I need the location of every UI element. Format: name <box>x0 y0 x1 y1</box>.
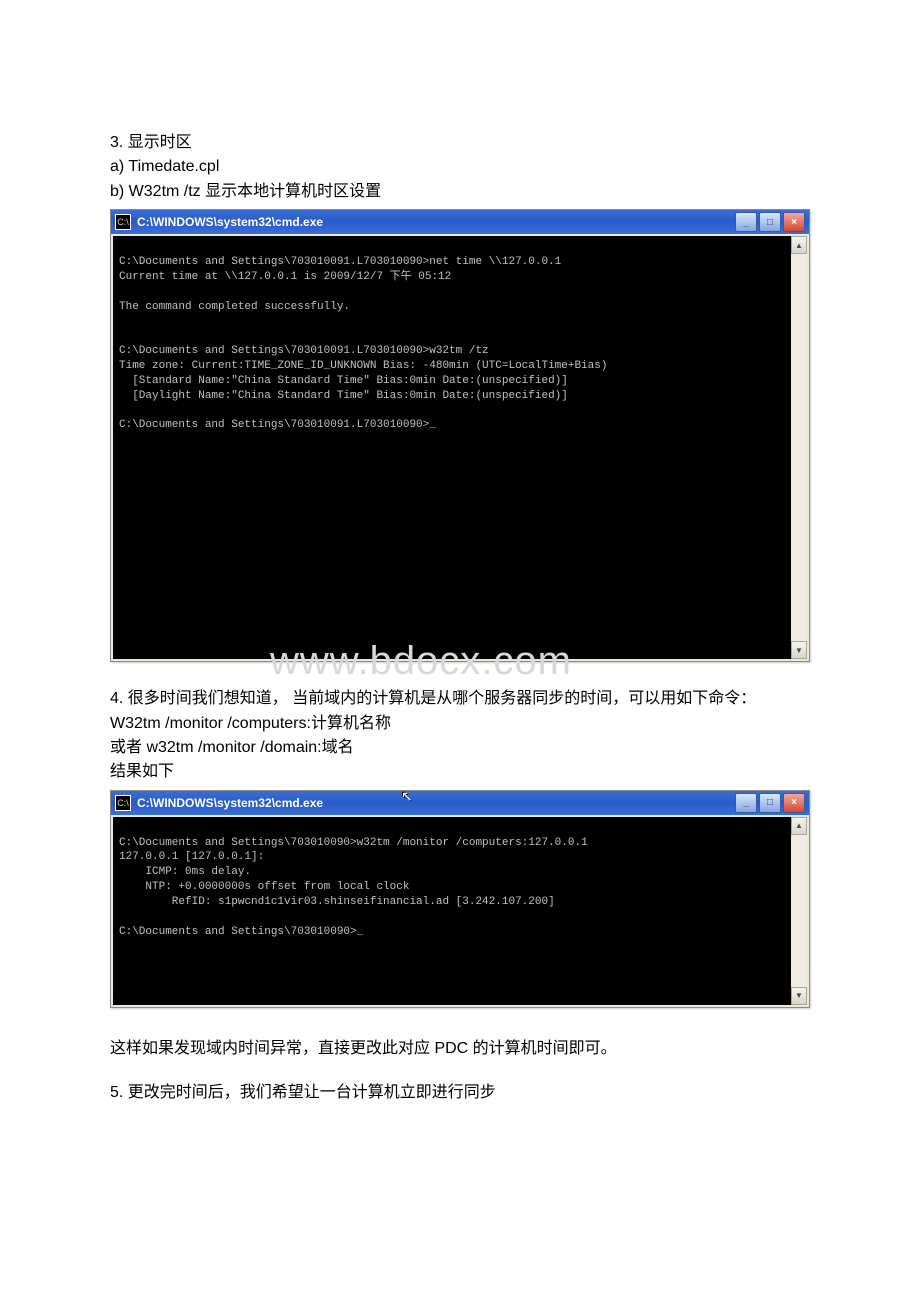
cmd-icon: C:\ <box>115 795 131 811</box>
scroll-down-button[interactable]: ▼ <box>791 987 807 1005</box>
list-item-3a: a) Timedate.cpl <box>110 156 810 178</box>
scroll-up-button[interactable]: ▲ <box>791 236 807 254</box>
terminal-body-wrap: C:\Documents and Settings\703010090>w32t… <box>111 815 809 1007</box>
terminal-body-wrap: C:\Documents and Settings\703010091.L703… <box>111 234 809 661</box>
cmd-window-1: C:\ C:\WINDOWS\system32\cmd.exe _ □ × C:… <box>110 209 810 662</box>
maximize-button[interactable]: □ <box>759 212 781 232</box>
document-page: 3. 显示时区 a) Timedate.cpl b) W32tm /tz 显示本… <box>0 0 920 1157</box>
spacer <box>110 1018 810 1036</box>
terminal2-wrap: C:\ C:\WINDOWS\system32\cmd.exe ↖ _ □ × … <box>110 790 810 1008</box>
maximize-button[interactable]: □ <box>759 793 781 813</box>
list-item-5: 5. 更改完时间后，我们希望让一台计算机立即进行同步 <box>110 1082 810 1104</box>
window-title: C:\WINDOWS\system32\cmd.exe <box>137 215 735 229</box>
close-button[interactable]: × <box>783 212 805 232</box>
summary-text: 这样如果发现域内时间异常，直接更改此对应 PDC 的计算机时间即可。 <box>110 1038 810 1060</box>
scroll-down-button[interactable]: ▼ <box>791 641 807 659</box>
cmd-icon: C:\ <box>115 214 131 230</box>
cmd-text-computers: W32tm /monitor /computers:计算机名称 <box>110 713 810 735</box>
scrollbar[interactable]: ▲ ▼ <box>791 817 807 1005</box>
spacer <box>110 1062 810 1080</box>
scroll-track[interactable] <box>791 254 807 641</box>
terminal1-wrap: C:\ C:\WINDOWS\system32\cmd.exe _ □ × C:… <box>110 209 810 662</box>
titlebar[interactable]: C:\ C:\WINDOWS\system32\cmd.exe _ □ × <box>111 210 809 234</box>
minimize-button[interactable]: _ <box>735 793 757 813</box>
scroll-track[interactable] <box>791 835 807 987</box>
spacer <box>110 672 810 686</box>
minimize-button[interactable]: _ <box>735 212 757 232</box>
window-controls: _ □ × <box>735 212 805 232</box>
list-item-3: 3. 显示时区 <box>110 132 810 154</box>
cmd-text-domain: 或者 w32tm /monitor /domain:域名 <box>110 737 810 759</box>
close-button[interactable]: × <box>783 793 805 813</box>
list-item-4: 4. 很多时间我们想知道， 当前域内的计算机是从哪个服务器同步的时间，可以用如下… <box>110 688 810 710</box>
scroll-up-button[interactable]: ▲ <box>791 817 807 835</box>
terminal-output[interactable]: C:\Documents and Settings\703010090>w32t… <box>113 817 791 1005</box>
terminal-output[interactable]: C:\Documents and Settings\703010091.L703… <box>113 236 791 659</box>
cursor-icon: ↖ <box>401 788 413 805</box>
scrollbar[interactable]: ▲ ▼ <box>791 236 807 659</box>
window-controls: _ □ × <box>735 793 805 813</box>
titlebar[interactable]: C:\ C:\WINDOWS\system32\cmd.exe ↖ _ □ × <box>111 791 809 815</box>
window-title: C:\WINDOWS\system32\cmd.exe <box>137 796 735 810</box>
cmd-window-2: C:\ C:\WINDOWS\system32\cmd.exe ↖ _ □ × … <box>110 790 810 1008</box>
result-label: 结果如下 <box>110 761 810 783</box>
list-item-3b: b) W32tm /tz 显示本地计算机时区设置 <box>110 181 810 203</box>
